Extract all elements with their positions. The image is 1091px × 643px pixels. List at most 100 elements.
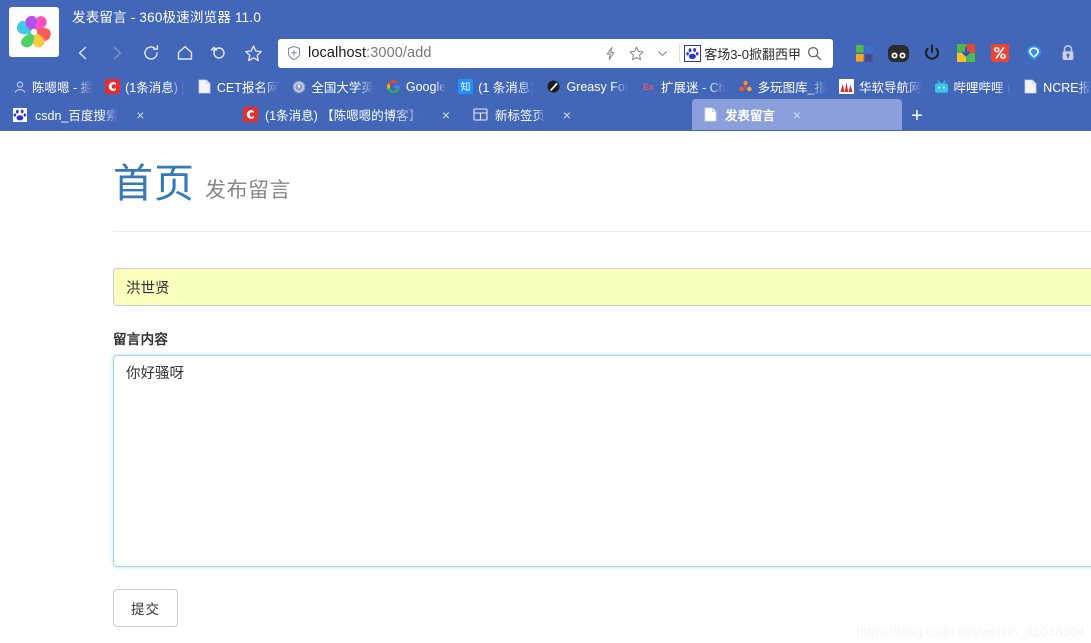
bookmark-label: CET报名网	[216, 81, 280, 95]
360-browser-logo-icon	[9, 7, 59, 57]
bookmark-label: 多玩图库_指	[757, 81, 828, 95]
bookmark-item[interactable]: Google	[380, 76, 452, 97]
home-icon[interactable]	[168, 37, 202, 69]
svg-text:Ex: Ex	[643, 82, 654, 92]
window-title: 发表留言 - 360极速浏览器 11.0	[72, 10, 262, 25]
name-input[interactable]	[113, 268, 1091, 306]
zhihu-icon: 知	[458, 79, 474, 94]
tab-close-icon[interactable]: ×	[787, 105, 807, 125]
bookmark-item[interactable]: 陈嗯嗯 - 掘	[6, 76, 99, 97]
emblem-icon	[291, 79, 306, 94]
bilibili-icon	[934, 79, 949, 94]
bookmark-item[interactable]: Greasy For	[540, 76, 635, 97]
browser-tab-active[interactable]: 发表留言 ×	[692, 99, 902, 130]
message-content-label: 留言内容	[113, 332, 169, 347]
baidu-paw-icon	[12, 107, 28, 123]
browser-tab[interactable]: 新标签页 ×	[462, 99, 692, 130]
bookmark-label: 全国大学英	[311, 81, 374, 95]
bookmark-label: 扩展迷 - Ch	[660, 81, 726, 95]
tab-label: 新标签页	[495, 109, 546, 123]
grid-window-icon	[472, 107, 488, 123]
page-header: 首页 发布留言	[113, 131, 1091, 232]
bookmark-item[interactable]: (1条消息) [	[99, 76, 191, 97]
url-host: localhost	[308, 45, 367, 61]
baidu-paw-icon	[684, 44, 702, 62]
undo-history-icon[interactable]	[202, 37, 236, 69]
page-subtitle: 发布留言	[205, 179, 291, 202]
shield-icon	[286, 45, 302, 61]
navigation-toolbar: localhost:3000/add 客场3-0掀翻西甲	[0, 32, 1091, 74]
message-textarea[interactable]: 你好骚呀	[113, 355, 1091, 567]
tab-strip: csdn_百度搜索 × (1条消息) 【陈嗯嗯的博客】前端 × 新标签页 × 发…	[0, 99, 1091, 130]
address-bar[interactable]: localhost:3000/add 客场3-0掀翻西甲	[278, 38, 833, 68]
new-tab-button[interactable]: +	[902, 102, 932, 130]
extension-toolbar	[847, 37, 1085, 69]
bookmark-item[interactable]: CET报名网	[191, 76, 286, 97]
submit-button[interactable]: 提交	[113, 589, 178, 627]
star-icon[interactable]	[236, 37, 270, 69]
duowan-icon	[738, 79, 753, 94]
bookmark-item[interactable]: 全国大学英	[285, 76, 380, 97]
url-path: :3000/add	[366, 45, 432, 61]
page-doc-icon	[1023, 79, 1038, 94]
microsoft-grid-icon[interactable]	[847, 37, 881, 69]
back-arrow-icon[interactable]	[66, 37, 100, 69]
user-profile-icon	[12, 79, 27, 94]
tab-label: csdn_百度搜索	[35, 109, 119, 123]
bookmark-label: 陈嗯嗯 - 掘	[32, 81, 94, 95]
tab-close-icon[interactable]: ×	[436, 105, 456, 125]
csdn-icon	[105, 79, 121, 94]
window-title-bar: 发表留言 - 360极速浏览器 11.0	[0, 0, 1091, 32]
tab-close-icon[interactable]: ×	[557, 105, 577, 125]
huaruan-icon	[839, 79, 855, 94]
bookmarks-bar: 陈嗯嗯 - 掘 (1条消息) [ CET报名网 全国大学英 Google 知 (…	[0, 74, 1091, 99]
page-content: 首页发布留言 留言内容 你好骚呀 提交 https://blog.csdn.ne…	[0, 131, 1091, 643]
bookmark-item[interactable]: 哔哩哔哩 (	[928, 76, 1018, 97]
address-separator	[679, 44, 681, 62]
bookmark-item[interactable]: 知 (1 条消息)	[452, 76, 540, 97]
csdn-icon	[242, 107, 258, 123]
header-divider	[113, 231, 1091, 232]
bookmark-item[interactable]: 华软导航网	[833, 76, 928, 97]
page-title-home-link[interactable]: 首页	[113, 162, 195, 206]
url-text[interactable]: localhost:3000/add	[308, 45, 597, 61]
search-query-text: 客场3-0掀翻西甲	[704, 46, 801, 62]
page-doc-icon	[197, 79, 212, 94]
bookmark-item[interactable]: Ex 扩展迷 - Ch	[635, 76, 732, 97]
search-magnifier-icon[interactable]	[801, 40, 827, 66]
watermark-text: https://blog.csdn.net/weixin_41018304	[856, 624, 1085, 639]
chevron-down-icon[interactable]	[649, 40, 675, 66]
forward-arrow-icon[interactable]	[100, 37, 134, 69]
tab-label: 发表留言	[725, 109, 776, 123]
bookmark-label: 哔哩哔哩 (	[953, 81, 1012, 95]
power-icon[interactable]	[915, 37, 949, 69]
tab-close-icon[interactable]: ×	[130, 105, 150, 125]
reload-icon[interactable]	[134, 37, 168, 69]
message-form: 留言内容 你好骚呀 提交	[113, 268, 1091, 627]
download-chrome-icon[interactable]	[949, 37, 983, 69]
extfans-icon: Ex	[641, 79, 656, 94]
lightning-icon[interactable]	[597, 40, 623, 66]
bookmark-label: NCRE报	[1043, 81, 1091, 95]
svg-text:知: 知	[461, 80, 471, 93]
percent-red-icon[interactable]	[983, 37, 1017, 69]
browser-tab[interactable]: (1条消息) 【陈嗯嗯的博客】前端 ×	[232, 99, 462, 130]
bookmark-label: 华软导航网	[859, 81, 922, 95]
bookmark-label: Google	[405, 79, 447, 94]
browser-chrome: 发表留言 - 360极速浏览器 11.0 localhost:3000/add …	[0, 0, 1091, 131]
page-doc-icon	[702, 107, 718, 123]
address-search-shortcut[interactable]: 客场3-0掀翻西甲	[684, 44, 801, 63]
tab-label: (1条消息) 【陈嗯嗯的博客】前端	[265, 109, 424, 123]
lock-key-icon[interactable]	[1051, 37, 1085, 69]
greasyfork-icon	[546, 79, 561, 94]
google-g-icon	[386, 79, 401, 94]
star-outline-icon[interactable]	[623, 40, 649, 66]
bookmark-label: Greasy For	[566, 79, 629, 94]
bookmark-item[interactable]: 多玩图库_指	[732, 76, 833, 97]
bookmark-label: (1 条消息)	[478, 81, 535, 95]
panda-glasses-icon[interactable]	[881, 37, 915, 69]
blue-diamond-icon[interactable]	[1017, 37, 1051, 69]
bookmark-item[interactable]: NCRE报	[1017, 76, 1091, 97]
browser-tab[interactable]: csdn_百度搜索 ×	[2, 99, 232, 130]
bookmark-label: (1条消息) [	[125, 81, 185, 95]
